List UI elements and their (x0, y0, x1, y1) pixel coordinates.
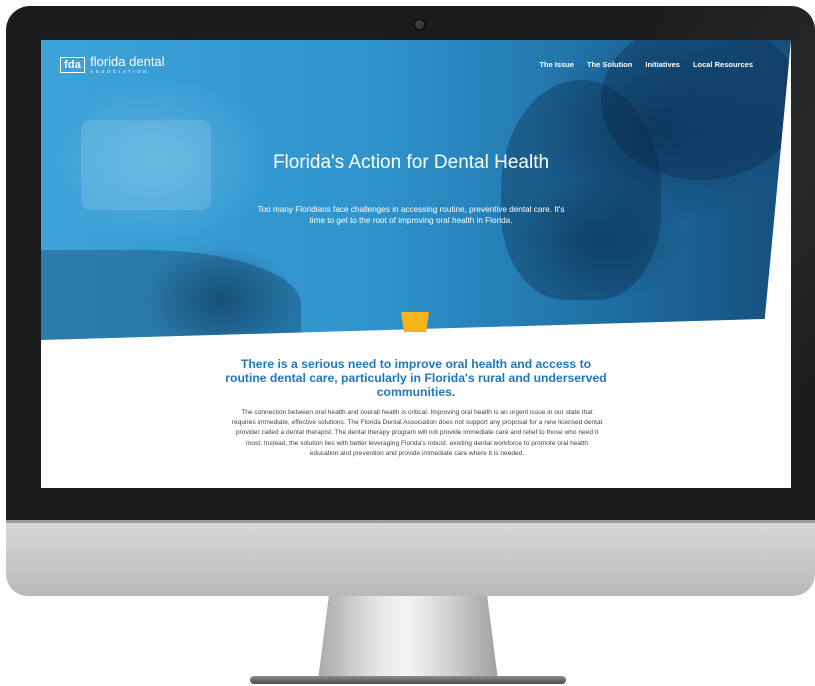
logo-mark: fda (60, 57, 86, 73)
tooth-icon (401, 312, 429, 332)
section-body: The connection between oral health and o… (231, 409, 603, 457)
hero-photo-detail (81, 120, 211, 210)
hero-subtitle: Too many Floridians face challenges in a… (257, 205, 565, 225)
camera-icon (415, 20, 424, 29)
site-logo[interactable]: fda florida dental ASSOCIATION (60, 55, 165, 75)
hero-photo-detail (41, 250, 301, 340)
nav-item-local-resources[interactable]: Local Resources (693, 60, 753, 69)
nav-item-the-solution[interactable]: The Solution (587, 60, 632, 69)
logo-subtitle: ASSOCIATION (90, 69, 150, 74)
nav-item-the-issue[interactable]: The Issue (539, 60, 574, 69)
nav-item-initiatives[interactable]: Initiatives (645, 60, 680, 69)
main-nav: The Issue The Solution Initiatives Local… (539, 60, 753, 69)
monitor-chin (6, 520, 815, 596)
browser-viewport: fda florida dental ASSOCIATION The Issue… (41, 40, 791, 488)
monitor-foot (250, 676, 566, 684)
monitor-chin-lip (6, 520, 815, 523)
section-headline: There is a serious need to improve oral … (225, 357, 607, 399)
hero-banner (41, 40, 791, 340)
logo-name: florida dental (90, 54, 165, 69)
monitor-stand (318, 596, 498, 680)
logo-wordmark: florida dental ASSOCIATION (90, 55, 164, 75)
hero-title: Florida's Action for Dental Health (272, 152, 550, 173)
